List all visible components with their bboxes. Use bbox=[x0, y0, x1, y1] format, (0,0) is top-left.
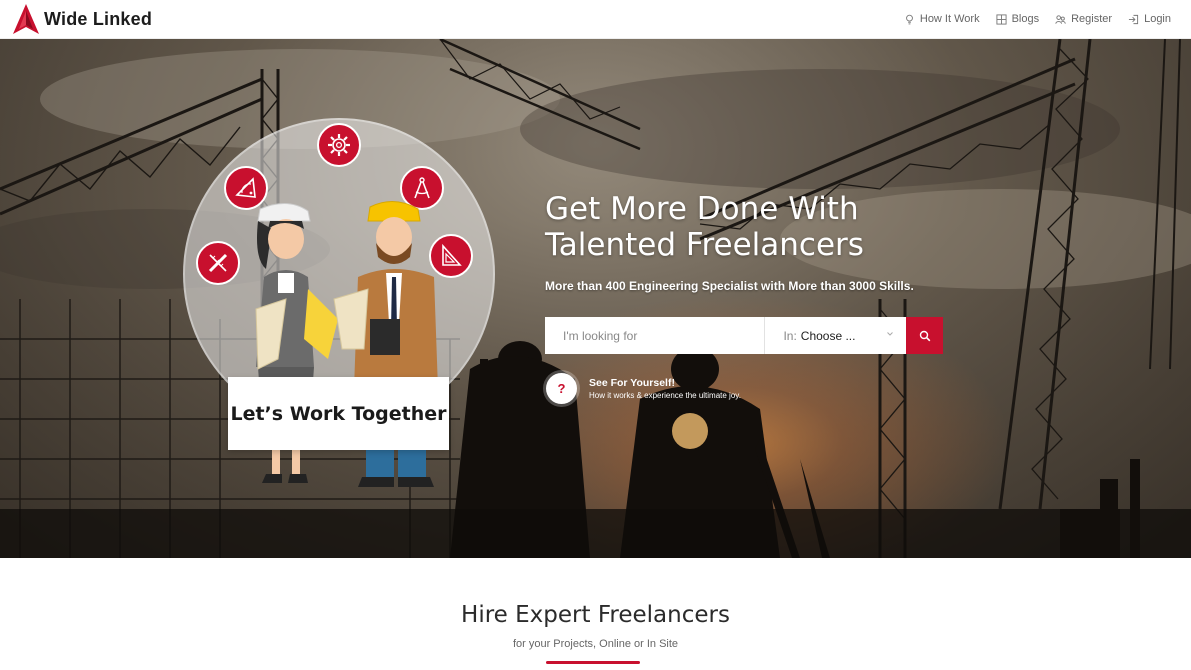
lets-work-together-card: Let’s Work Together bbox=[228, 377, 449, 450]
users-icon bbox=[1055, 14, 1066, 24]
see-for-yourself-subtitle: How it works & experience the ultimate j… bbox=[589, 391, 741, 400]
main-nav: How It Work Blogs Register Login bbox=[904, 13, 1179, 25]
category-select[interactable]: In: Choose ... bbox=[765, 317, 907, 354]
nav-blogs[interactable]: Blogs bbox=[996, 13, 1040, 25]
hero-headline-line2: Talented Freelancers bbox=[545, 227, 864, 263]
nav-register-label: Register bbox=[1071, 13, 1113, 25]
search-input[interactable] bbox=[545, 317, 765, 354]
nav-login[interactable]: Login bbox=[1128, 13, 1171, 25]
brand-name: Wide Linked bbox=[44, 8, 153, 29]
hero-subline: More than 400 Engineering Specialist wit… bbox=[545, 279, 914, 293]
section-title: Hire Expert Freelancers bbox=[461, 602, 730, 628]
lets-work-together-text: Let’s Work Together bbox=[230, 402, 447, 425]
search-bar: In: Choose ... bbox=[545, 317, 943, 354]
grid-icon bbox=[996, 13, 1007, 25]
compass-icon bbox=[414, 177, 430, 199]
see-for-yourself-title: See For Yourself! bbox=[589, 377, 675, 389]
nav-login-label: Login bbox=[1144, 13, 1171, 25]
see-for-yourself[interactable]: ? See For Yourself! How it works & exper… bbox=[546, 373, 741, 404]
nav-how-it-work[interactable]: How It Work bbox=[904, 13, 980, 25]
chevron-down-icon bbox=[887, 332, 893, 336]
login-icon bbox=[1128, 14, 1139, 24]
search-button[interactable] bbox=[906, 317, 943, 354]
construction-site-background bbox=[0, 39, 1191, 558]
pencil-ruler-icon bbox=[208, 253, 228, 273]
category-value: Choose ... bbox=[800, 328, 856, 343]
logo-mark-icon bbox=[13, 4, 39, 34]
hero-banner: Let’s Work Together Get More Done With T… bbox=[0, 39, 1191, 558]
brand-logo[interactable]: Wide Linked bbox=[12, 3, 152, 35]
question-icon[interactable]: ? bbox=[546, 373, 577, 404]
lightbulb-icon bbox=[905, 14, 913, 24]
hero-headline: Get More Done With Talented Freelancers bbox=[545, 191, 965, 263]
nav-blogs-label: Blogs bbox=[1011, 13, 1040, 25]
category-prefix: In: bbox=[783, 328, 797, 343]
section-subtitle: for your Projects, Online or In Site bbox=[512, 638, 679, 650]
nav-how-it-work-label: How It Work bbox=[919, 13, 980, 25]
pencil-ruler-badge bbox=[196, 241, 240, 285]
nav-register[interactable]: Register bbox=[1055, 13, 1112, 25]
top-navbar: Wide Linked How It Work Blogs Register L… bbox=[0, 0, 1191, 39]
hire-section: Hire Expert Freelancers for your Project… bbox=[0, 558, 1191, 670]
hero-headline-line1: Get More Done With bbox=[545, 191, 859, 227]
search-icon bbox=[919, 330, 930, 341]
gear-icon bbox=[328, 134, 350, 156]
section-underline bbox=[546, 661, 640, 664]
protractor-icon bbox=[235, 177, 256, 198]
gear-badge bbox=[317, 123, 361, 167]
